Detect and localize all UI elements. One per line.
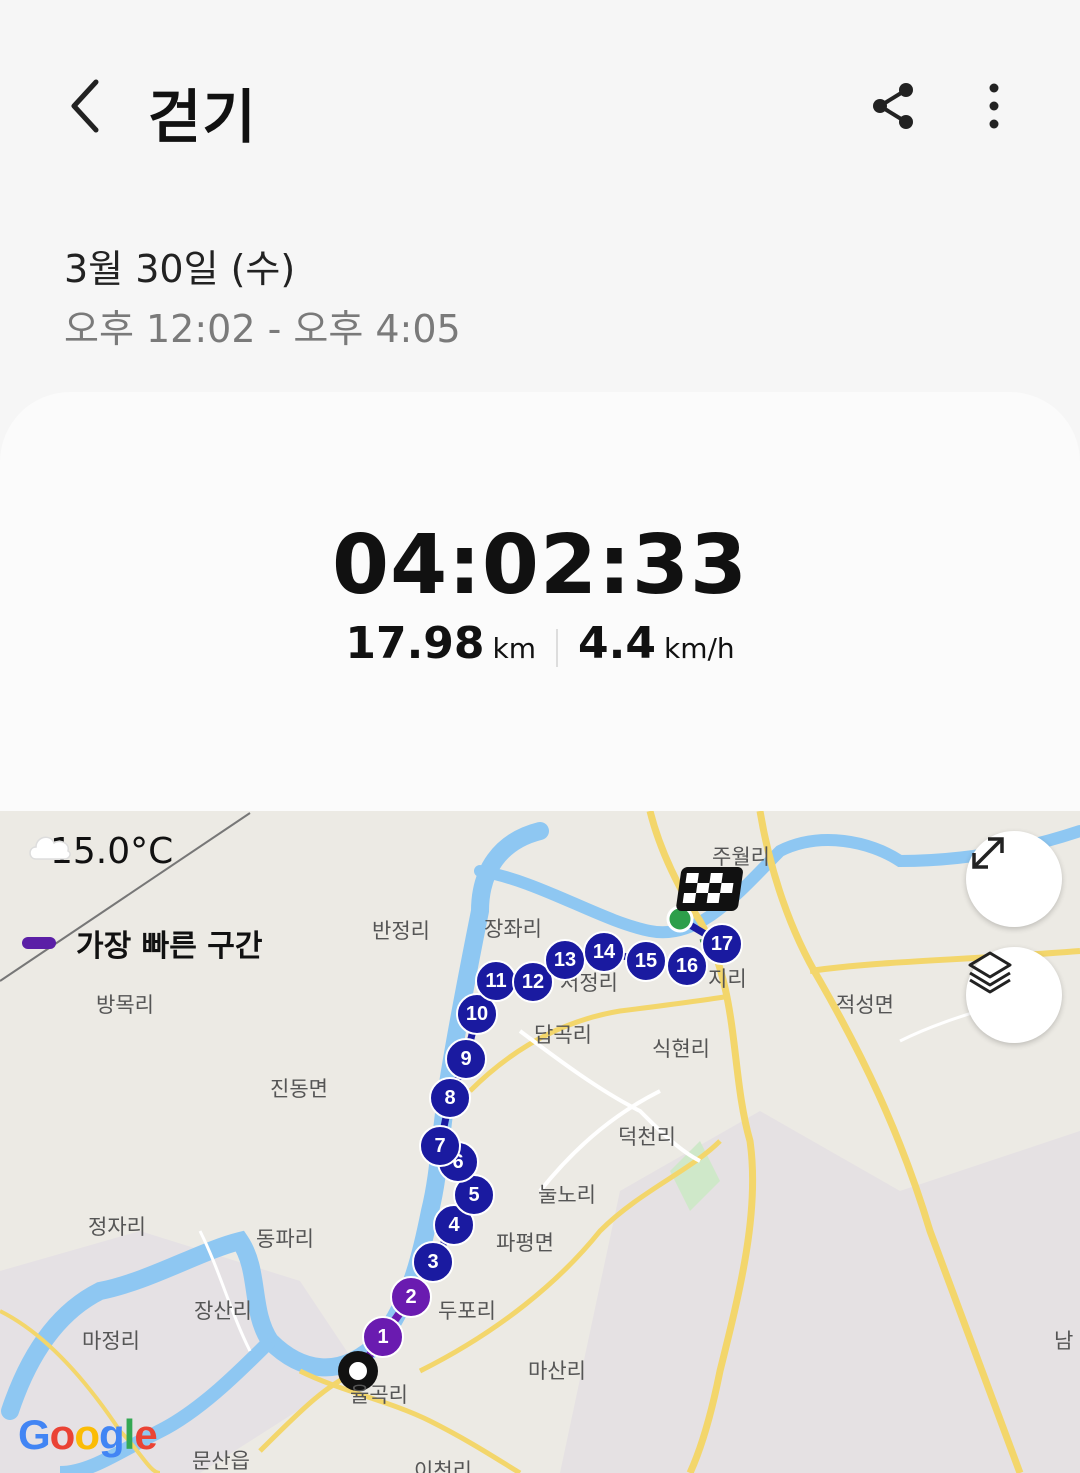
finish-flag-icon <box>676 867 743 911</box>
expand-map-button[interactable] <box>966 831 1062 927</box>
place-label: 율곡리 <box>350 1383 408 1407</box>
split-marker[interactable]: 9 <box>445 1038 487 1080</box>
place-label: 방목리 <box>96 993 154 1017</box>
session-date: 3월 30일 (수) <box>64 247 296 291</box>
speed-unit: km/h <box>663 632 735 665</box>
place-label: 이천리 <box>414 1459 472 1473</box>
place-label: 주월리 <box>712 845 770 869</box>
split-marker[interactable]: 3 <box>412 1241 454 1283</box>
place-label: 장산리 <box>194 1299 252 1323</box>
page-title: 걷기 <box>148 83 257 151</box>
speed-value: 4.4 <box>578 618 656 669</box>
place-label: 마산리 <box>528 1359 586 1383</box>
split-marker[interactable]: 13 <box>544 939 586 981</box>
split-marker[interactable]: 2 <box>390 1276 432 1318</box>
share-button[interactable] <box>860 74 924 138</box>
place-label: 적성면 <box>836 993 894 1017</box>
place-label: 답곡리 <box>534 1023 592 1047</box>
stats-row: 17.98 km 4.4 km/h <box>0 618 1080 678</box>
place-label: 동파리 <box>256 1227 314 1251</box>
place-label: 문산읍 <box>192 1449 250 1473</box>
place-label: 마정리 <box>82 1329 140 1353</box>
split-marker[interactable]: 15 <box>625 940 667 982</box>
place-label: 식현리 <box>652 1037 710 1061</box>
split-marker[interactable]: 17 <box>701 923 743 965</box>
back-button[interactable] <box>54 74 118 138</box>
cloud-icon <box>29 836 71 860</box>
fastest-segment-swatch <box>22 937 56 949</box>
place-label: 진동면 <box>270 1077 328 1101</box>
route-map[interactable]: 주월리 반정리 장좌리 적성면 방목리 답곡리 식현리 진동면 덕천리 눌노리 … <box>0 811 1080 1473</box>
back-arrow-icon <box>71 79 99 133</box>
map-layers-button[interactable] <box>966 947 1062 1043</box>
split-marker[interactable]: 8 <box>429 1077 471 1119</box>
place-label: 덕천리 <box>618 1125 676 1149</box>
split-marker[interactable]: 14 <box>583 931 625 973</box>
split-marker[interactable]: 7 <box>419 1125 461 1167</box>
share-icon <box>873 83 913 129</box>
split-marker[interactable]: 1 <box>362 1316 404 1358</box>
place-label: 지리 <box>708 967 747 991</box>
session-time-range: 오후 12:02 - 오후 4:05 <box>64 307 461 351</box>
place-label: 눌노리 <box>538 1183 596 1207</box>
more-options-button[interactable] <box>962 74 1026 138</box>
place-label: 장좌리 <box>484 917 542 941</box>
place-label: 반정리 <box>372 919 430 943</box>
layers-icon <box>968 951 1012 994</box>
place-label: 두포리 <box>438 1299 496 1323</box>
weather-info: 15.0°C <box>26 831 173 872</box>
place-label: 파평면 <box>496 1231 554 1255</box>
place-label: 남 <box>1054 1329 1074 1353</box>
map-legend: 가장 빠른 구간 <box>22 921 263 965</box>
place-label: 정자리 <box>88 1215 146 1239</box>
top-app-bar: 걷기 <box>0 0 1080 215</box>
duration-value: 04:02:33 <box>332 518 748 613</box>
split-marker[interactable]: 11 <box>475 960 517 1002</box>
legend-label: 가장 빠른 구간 <box>76 929 263 964</box>
distance-value: 17.98 <box>345 618 485 669</box>
distance-unit: km <box>492 632 537 665</box>
stats-divider <box>556 629 559 667</box>
expand-icon <box>972 837 1004 869</box>
more-vertical-icon <box>989 83 999 129</box>
google-logo: Google <box>18 1411 158 1458</box>
